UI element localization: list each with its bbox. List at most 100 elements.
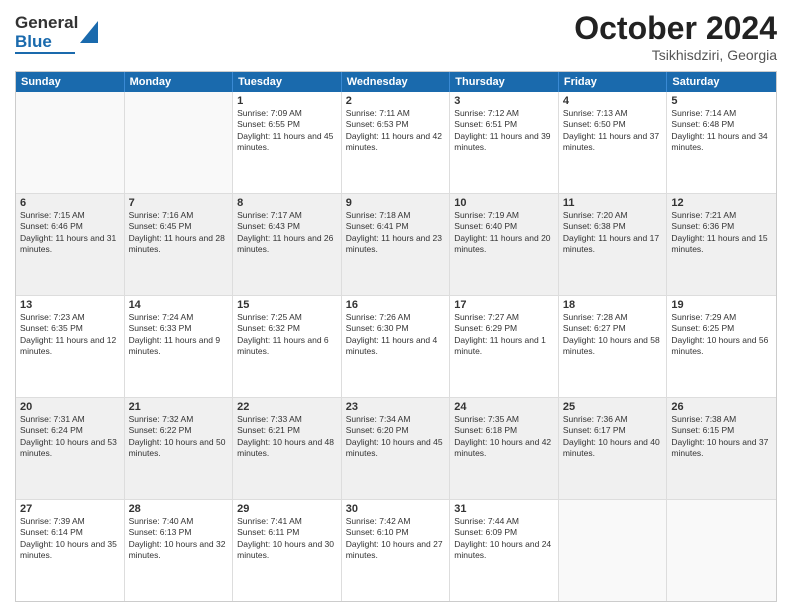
day-info: Sunrise: 7:13 AM Sunset: 6:50 PM Dayligh…	[563, 108, 663, 154]
day-number: 24	[454, 401, 554, 413]
table-row	[559, 500, 668, 601]
day-info: Sunrise: 7:25 AM Sunset: 6:32 PM Dayligh…	[237, 312, 337, 358]
table-row: 22Sunrise: 7:33 AM Sunset: 6:21 PM Dayli…	[233, 398, 342, 499]
day-number: 31	[454, 503, 554, 515]
table-row: 8Sunrise: 7:17 AM Sunset: 6:43 PM Daylig…	[233, 194, 342, 295]
header-tuesday: Tuesday	[233, 72, 342, 92]
table-row: 9Sunrise: 7:18 AM Sunset: 6:41 PM Daylig…	[342, 194, 451, 295]
table-row: 4Sunrise: 7:13 AM Sunset: 6:50 PM Daylig…	[559, 92, 668, 193]
table-row: 20Sunrise: 7:31 AM Sunset: 6:24 PM Dayli…	[16, 398, 125, 499]
day-info: Sunrise: 7:15 AM Sunset: 6:46 PM Dayligh…	[20, 210, 120, 256]
day-info: Sunrise: 7:11 AM Sunset: 6:53 PM Dayligh…	[346, 108, 446, 154]
header-friday: Friday	[559, 72, 668, 92]
table-row: 10Sunrise: 7:19 AM Sunset: 6:40 PM Dayli…	[450, 194, 559, 295]
table-row: 27Sunrise: 7:39 AM Sunset: 6:14 PM Dayli…	[16, 500, 125, 601]
day-info: Sunrise: 7:40 AM Sunset: 6:13 PM Dayligh…	[129, 516, 229, 562]
header: General Blue October 2024 Tsikhisdziri, …	[15, 10, 777, 63]
day-number: 30	[346, 503, 446, 515]
table-row: 25Sunrise: 7:36 AM Sunset: 6:17 PM Dayli…	[559, 398, 668, 499]
day-number: 17	[454, 299, 554, 311]
day-number: 25	[563, 401, 663, 413]
table-row: 30Sunrise: 7:42 AM Sunset: 6:10 PM Dayli…	[342, 500, 451, 601]
table-row: 23Sunrise: 7:34 AM Sunset: 6:20 PM Dayli…	[342, 398, 451, 499]
header-wednesday: Wednesday	[342, 72, 451, 92]
table-row: 26Sunrise: 7:38 AM Sunset: 6:15 PM Dayli…	[667, 398, 776, 499]
table-row: 2Sunrise: 7:11 AM Sunset: 6:53 PM Daylig…	[342, 92, 451, 193]
day-number: 20	[20, 401, 120, 413]
logo-general: General	[15, 14, 78, 33]
day-number: 15	[237, 299, 337, 311]
table-row: 1Sunrise: 7:09 AM Sunset: 6:55 PM Daylig…	[233, 92, 342, 193]
week-row-1: 1Sunrise: 7:09 AM Sunset: 6:55 PM Daylig…	[16, 92, 776, 193]
logo: General Blue	[15, 10, 98, 54]
day-info: Sunrise: 7:26 AM Sunset: 6:30 PM Dayligh…	[346, 312, 446, 358]
day-info: Sunrise: 7:31 AM Sunset: 6:24 PM Dayligh…	[20, 414, 120, 460]
table-row: 12Sunrise: 7:21 AM Sunset: 6:36 PM Dayli…	[667, 194, 776, 295]
table-row: 18Sunrise: 7:28 AM Sunset: 6:27 PM Dayli…	[559, 296, 668, 397]
table-row: 11Sunrise: 7:20 AM Sunset: 6:38 PM Dayli…	[559, 194, 668, 295]
day-info: Sunrise: 7:12 AM Sunset: 6:51 PM Dayligh…	[454, 108, 554, 154]
table-row: 28Sunrise: 7:40 AM Sunset: 6:13 PM Dayli…	[125, 500, 234, 601]
day-number: 2	[346, 95, 446, 107]
day-number: 4	[563, 95, 663, 107]
table-row: 7Sunrise: 7:16 AM Sunset: 6:45 PM Daylig…	[125, 194, 234, 295]
day-number: 10	[454, 197, 554, 209]
subtitle: Tsikhisdziri, Georgia	[574, 47, 777, 63]
table-row: 6Sunrise: 7:15 AM Sunset: 6:46 PM Daylig…	[16, 194, 125, 295]
day-info: Sunrise: 7:29 AM Sunset: 6:25 PM Dayligh…	[671, 312, 772, 358]
day-info: Sunrise: 7:18 AM Sunset: 6:41 PM Dayligh…	[346, 210, 446, 256]
table-row: 29Sunrise: 7:41 AM Sunset: 6:11 PM Dayli…	[233, 500, 342, 601]
day-info: Sunrise: 7:09 AM Sunset: 6:55 PM Dayligh…	[237, 108, 337, 154]
day-info: Sunrise: 7:17 AM Sunset: 6:43 PM Dayligh…	[237, 210, 337, 256]
day-info: Sunrise: 7:38 AM Sunset: 6:15 PM Dayligh…	[671, 414, 772, 460]
table-row: 5Sunrise: 7:14 AM Sunset: 6:48 PM Daylig…	[667, 92, 776, 193]
day-number: 6	[20, 197, 120, 209]
header-thursday: Thursday	[450, 72, 559, 92]
calendar: Sunday Monday Tuesday Wednesday Thursday…	[15, 71, 777, 602]
table-row: 24Sunrise: 7:35 AM Sunset: 6:18 PM Dayli…	[450, 398, 559, 499]
day-number: 29	[237, 503, 337, 515]
day-info: Sunrise: 7:39 AM Sunset: 6:14 PM Dayligh…	[20, 516, 120, 562]
day-number: 27	[20, 503, 120, 515]
table-row: 31Sunrise: 7:44 AM Sunset: 6:09 PM Dayli…	[450, 500, 559, 601]
day-info: Sunrise: 7:21 AM Sunset: 6:36 PM Dayligh…	[671, 210, 772, 256]
table-row: 13Sunrise: 7:23 AM Sunset: 6:35 PM Dayli…	[16, 296, 125, 397]
table-row: 19Sunrise: 7:29 AM Sunset: 6:25 PM Dayli…	[667, 296, 776, 397]
logo-triangle-icon	[80, 21, 98, 43]
day-info: Sunrise: 7:44 AM Sunset: 6:09 PM Dayligh…	[454, 516, 554, 562]
day-info: Sunrise: 7:23 AM Sunset: 6:35 PM Dayligh…	[20, 312, 120, 358]
day-number: 3	[454, 95, 554, 107]
day-number: 23	[346, 401, 446, 413]
header-monday: Monday	[125, 72, 234, 92]
day-number: 13	[20, 299, 120, 311]
day-number: 21	[129, 401, 229, 413]
day-info: Sunrise: 7:41 AM Sunset: 6:11 PM Dayligh…	[237, 516, 337, 562]
day-info: Sunrise: 7:20 AM Sunset: 6:38 PM Dayligh…	[563, 210, 663, 256]
week-row-2: 6Sunrise: 7:15 AM Sunset: 6:46 PM Daylig…	[16, 193, 776, 295]
calendar-header: Sunday Monday Tuesday Wednesday Thursday…	[16, 72, 776, 92]
week-row-3: 13Sunrise: 7:23 AM Sunset: 6:35 PM Dayli…	[16, 295, 776, 397]
day-info: Sunrise: 7:34 AM Sunset: 6:20 PM Dayligh…	[346, 414, 446, 460]
day-number: 9	[346, 197, 446, 209]
day-number: 5	[671, 95, 772, 107]
page: General Blue October 2024 Tsikhisdziri, …	[0, 0, 792, 612]
day-number: 11	[563, 197, 663, 209]
day-info: Sunrise: 7:27 AM Sunset: 6:29 PM Dayligh…	[454, 312, 554, 358]
logo-underline	[15, 52, 75, 54]
header-sunday: Sunday	[16, 72, 125, 92]
day-info: Sunrise: 7:14 AM Sunset: 6:48 PM Dayligh…	[671, 108, 772, 154]
day-number: 12	[671, 197, 772, 209]
day-info: Sunrise: 7:36 AM Sunset: 6:17 PM Dayligh…	[563, 414, 663, 460]
calendar-body: 1Sunrise: 7:09 AM Sunset: 6:55 PM Daylig…	[16, 92, 776, 601]
day-number: 26	[671, 401, 772, 413]
table-row: 3Sunrise: 7:12 AM Sunset: 6:51 PM Daylig…	[450, 92, 559, 193]
day-number: 18	[563, 299, 663, 311]
day-info: Sunrise: 7:28 AM Sunset: 6:27 PM Dayligh…	[563, 312, 663, 358]
table-row: 15Sunrise: 7:25 AM Sunset: 6:32 PM Dayli…	[233, 296, 342, 397]
week-row-5: 27Sunrise: 7:39 AM Sunset: 6:14 PM Dayli…	[16, 499, 776, 601]
logo-blue: Blue	[15, 33, 78, 52]
header-saturday: Saturday	[667, 72, 776, 92]
table-row	[125, 92, 234, 193]
day-number: 1	[237, 95, 337, 107]
table-row: 14Sunrise: 7:24 AM Sunset: 6:33 PM Dayli…	[125, 296, 234, 397]
